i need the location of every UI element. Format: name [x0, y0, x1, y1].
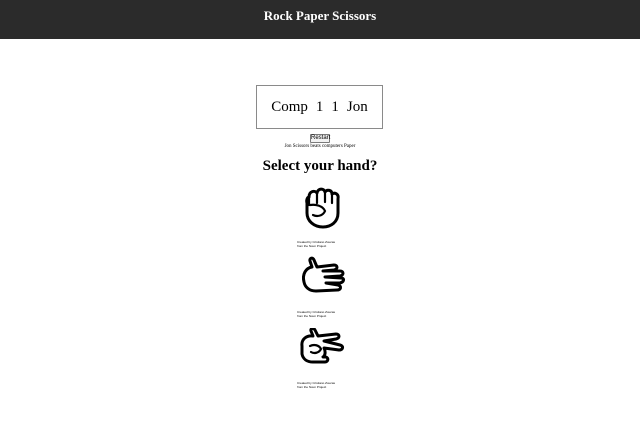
result-message: Jon Scissors beats computers Paper [284, 144, 356, 149]
scissors-hand-button[interactable] [296, 327, 346, 378]
scoreboard: Comp 1 1 Jon [256, 85, 383, 129]
computer-score: 1 [315, 98, 324, 115]
app-title: Rock Paper Scissors [263, 7, 377, 23]
paper-credit: Created by Cristiano Zoucas from the Nou… [297, 310, 357, 318]
rock-fist-icon [305, 187, 340, 229]
rock-credit-line2: from the Noun Project [297, 244, 327, 248]
restart-button[interactable]: Restart [310, 134, 330, 143]
rock-credit: Created by Cristiano Zoucas from the Nou… [297, 240, 357, 248]
scissors-hand-icon [300, 327, 344, 364]
player-score: 1 [331, 98, 339, 115]
scissors-credit-line2: from the Noun Project [297, 385, 327, 389]
paper-hand-button[interactable] [296, 256, 346, 306]
player-name: Jon [346, 98, 368, 115]
select-hand-prompt: Select your hand? [262, 158, 378, 174]
scissors-credit: Created by Cristiano Zoucas from the Nou… [297, 381, 357, 389]
computer-name: Comp [271, 98, 308, 115]
header-bar: Rock Paper Scissors [0, 0, 640, 39]
paper-credit-line2: from the Noun Project [297, 314, 327, 318]
paper-hand-icon [302, 256, 345, 293]
rock-hand-button[interactable] [296, 183, 346, 233]
